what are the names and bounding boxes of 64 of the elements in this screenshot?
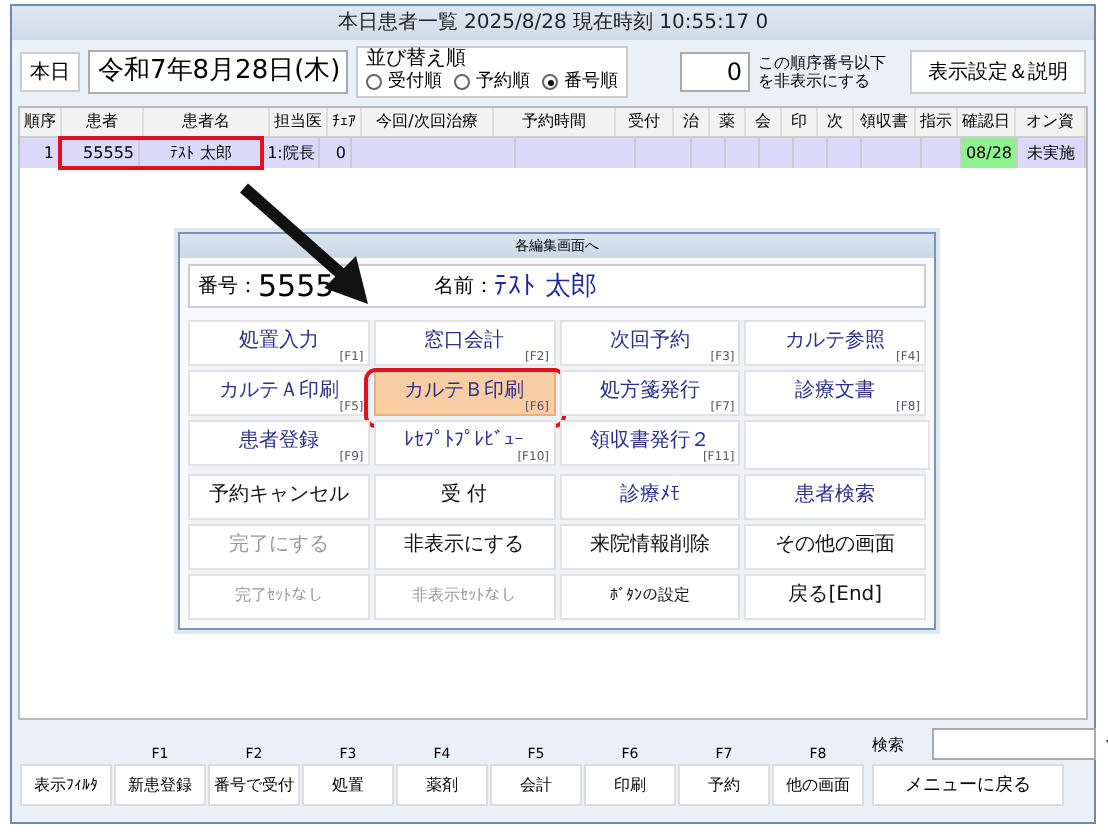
function-button[interactable]: 他の画面: [772, 764, 864, 806]
column-header: 領収書: [854, 108, 916, 136]
column-header: 印: [782, 108, 818, 136]
column-header: 指示: [916, 108, 958, 136]
menu-button[interactable]: 診療ﾒﾓ: [559, 474, 741, 520]
window-title: 本日患者一覧 2025/8/28 現在時刻 10:55:17 0: [12, 6, 1094, 40]
table-cell: 1:院長: [264, 138, 320, 168]
function-button[interactable]: 薬剤: [396, 764, 488, 806]
menu-button[interactable]: 来院情報削除: [559, 524, 741, 570]
sort-radio[interactable]: 番号順: [542, 70, 618, 94]
patient-number: 5555: [258, 268, 335, 304]
column-header: 会: [746, 108, 782, 136]
table-cell: 0: [320, 138, 352, 168]
radio-icon[interactable]: [542, 74, 558, 90]
sort-radio[interactable]: 受付順: [366, 70, 442, 94]
table-row[interactable]: 1 55555 ﾃｽﾄ 太郎 1:院長 0 08/28 未実施: [20, 138, 1086, 168]
table-cell: 1: [20, 138, 60, 168]
function-button[interactable]: 印刷: [584, 764, 676, 806]
function-button[interactable]: 表示ﾌｨﾙﾀ: [20, 764, 112, 806]
table-cell: ﾃｽﾄ 太郎: [140, 138, 264, 168]
column-header: 患者名: [144, 108, 270, 136]
column-header: ﾁｪｱ: [328, 108, 362, 136]
column-header: 今回/次回治療: [362, 108, 494, 136]
hide-number-field[interactable]: 0: [680, 52, 750, 92]
search-field[interactable]: [932, 728, 1096, 760]
function-button[interactable]: 新患登録: [114, 764, 206, 806]
arrow-icon: [240, 183, 368, 304]
table-cell: 08/28: [962, 138, 1018, 168]
column-header: 次: [818, 108, 854, 136]
column-header: 患者: [62, 108, 144, 136]
column-header: 順序: [20, 108, 62, 136]
menu-button[interactable]: 患者検索: [744, 474, 926, 520]
today-button[interactable]: 本日: [20, 52, 80, 92]
column-header: 治: [674, 108, 710, 136]
column-header: 薬: [710, 108, 746, 136]
function-button[interactable]: 会計: [490, 764, 582, 806]
date-field[interactable]: 令和7年8月28日(木): [88, 50, 348, 94]
table-cell: 未実施: [1018, 138, 1086, 168]
menu-button[interactable]: 非表示にする: [373, 524, 555, 570]
column-header: 受付: [616, 108, 674, 136]
function-button[interactable]: 番号で受付: [208, 764, 300, 806]
radio-icon[interactable]: [366, 74, 382, 90]
function-button[interactable]: 処置: [302, 764, 394, 806]
number-label: 番号：: [198, 273, 258, 300]
column-header: オン資: [1016, 108, 1086, 136]
search-label: 検索: [872, 733, 904, 755]
column-header: 確認日: [958, 108, 1016, 136]
table-cell: 55555: [60, 138, 140, 168]
settings-button[interactable]: 表示設定＆説明: [910, 50, 1086, 94]
menu-button[interactable]: 受 付: [373, 474, 555, 520]
sort-label: 並び替え順: [366, 50, 468, 70]
sort-radio[interactable]: 予約順: [454, 70, 530, 94]
menu-button[interactable]: ﾎﾞﾀﾝの設定: [559, 574, 741, 620]
menu-return-button[interactable]: メニューに戻る: [872, 764, 1064, 806]
menu-button[interactable]: その他の画面: [744, 524, 926, 570]
patient-name: ﾃｽﾄ 太郎: [494, 270, 597, 304]
name-label: 名前：: [434, 274, 495, 300]
menu-button[interactable]: 戻る[End]: [744, 574, 926, 620]
menu-button[interactable]: 予約キャンセル: [188, 474, 370, 520]
hide-number-note: この順序番号以下を非表示にする: [758, 54, 888, 90]
column-header: 予約時間: [494, 108, 616, 136]
column-header: 担当医: [270, 108, 328, 136]
radio-icon[interactable]: [454, 74, 470, 90]
function-button[interactable]: 予約: [678, 764, 770, 806]
